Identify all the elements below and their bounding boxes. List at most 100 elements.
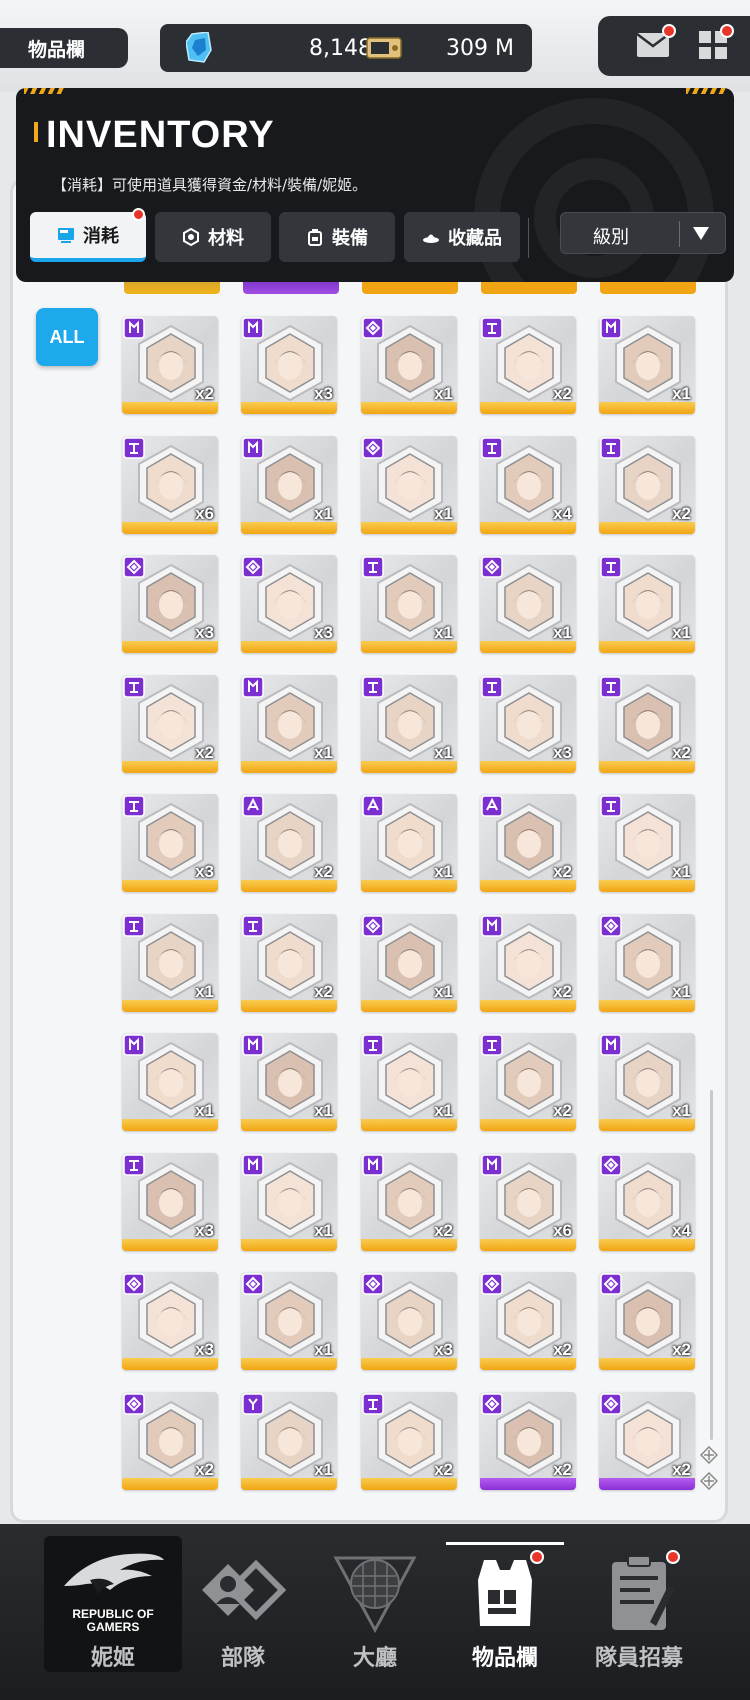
inventory-item[interactable]: x3 [241,316,337,414]
inventory-item[interactable]: x2 [599,1272,695,1370]
tab-equipment[interactable]: 裝備 [279,212,395,262]
class-badge-icon [123,317,145,339]
item-quantity: x1 [672,981,691,1001]
inventory-item[interactable]: x1 [241,1033,337,1131]
inventory-item[interactable]: x3 [122,555,218,653]
inventory-item[interactable]: x1 [599,316,695,414]
gem-count: 8,148 [309,36,372,61]
class-badge-icon [481,1273,503,1295]
inventory-item[interactable]: x3 [122,1152,218,1251]
inventory-item[interactable]: x1 [241,1272,337,1370]
inventory-item[interactable]: x4 [599,1152,695,1251]
inventory-item[interactable]: x1 [241,674,337,773]
class-badge-icon [600,914,622,937]
inventory-item[interactable]: x2 [480,316,576,414]
inventory-item[interactable]: x4 [480,435,576,534]
inventory-item[interactable]: x1 [361,555,457,653]
nav-inventory[interactable]: 物品欄 [430,1524,580,1700]
scroll-down-icon[interactable] [700,1472,718,1490]
tab-collectible[interactable]: 收藏品 [404,212,520,262]
nav-recruit[interactable]: 隊員招募 [564,1524,714,1700]
inventory-item[interactable]: x6 [122,435,218,534]
nav-nikke[interactable]: 妮姬 [38,1524,188,1700]
inventory-item[interactable]: x2 [480,913,576,1012]
partial-item [243,280,339,294]
class-badge-icon [242,1273,264,1295]
inventory-item[interactable]: x2 [480,1033,576,1131]
inventory-item[interactable]: x3 [361,1272,457,1370]
item-quantity: x2 [672,1459,691,1479]
item-quantity: x6 [553,1220,572,1240]
item-quantity: x2 [195,742,214,762]
item-quantity: x1 [434,862,453,881]
active-indicator [446,1542,564,1545]
inventory-item[interactable]: x2 [480,794,576,892]
inventory-item[interactable]: x2 [599,435,695,534]
inventory-item[interactable]: x2 [361,1391,457,1490]
inventory-item[interactable]: x3 [241,555,337,653]
nav-squad[interactable]: 部隊 [168,1524,318,1700]
scrollbar[interactable] [710,1090,713,1440]
sort-dropdown[interactable]: 級別 [560,212,726,254]
inventory-item[interactable]: x2 [480,1272,576,1370]
item-quantity: x2 [553,384,572,403]
item-quantity: x2 [434,1459,453,1479]
item-quantity: x1 [314,1101,333,1120]
class-badge-icon [123,436,145,459]
item-quantity: x1 [314,503,333,523]
inventory-item[interactable]: x1 [599,555,695,653]
consumable-icon [58,228,74,243]
class-badge-icon [242,436,264,459]
inventory-item[interactable]: x3 [122,1272,218,1370]
header-stripe-decoration [24,88,64,94]
inventory-item[interactable]: x1 [241,1152,337,1251]
inventory-item[interactable]: x1 [122,1033,218,1131]
inventory-item[interactable]: x1 [599,913,695,1012]
inventory-item[interactable]: x1 [361,435,457,534]
inventory-item[interactable]: x2 [241,794,337,892]
nav-lobby[interactable]: 大廳 [300,1524,450,1700]
inventory-item[interactable]: x1 [361,316,457,414]
inventory-item[interactable]: x1 [122,913,218,1012]
tab-consumable[interactable]: 消耗 [30,208,146,262]
item-quantity: x3 [314,623,333,642]
class-badge-icon [481,1392,503,1415]
inventory-item[interactable]: x1 [599,1033,695,1131]
inventory-header: INVENTORY 【消耗】可使用道具獲得資金/材料/裝備/妮姬。 消耗 材料 … [16,88,734,282]
inventory-item[interactable]: x2 [599,1391,695,1490]
item-quantity: x1 [314,1220,333,1240]
inventory-item[interactable]: x2 [122,316,218,414]
inventory-item[interactable]: x2 [361,1152,457,1251]
filter-all-button[interactable]: ALL [36,308,98,366]
item-quantity: x2 [553,1340,572,1359]
inventory-item[interactable]: x1 [599,794,695,892]
class-badge-icon [600,675,622,698]
inventory-item[interactable]: x1 [361,674,457,773]
inventory-item[interactable]: x1 [361,913,457,1012]
bottom-navigation: REPUBLIC OF GAMERS 妮姬 部隊 大廳 物品欄 隊員招募 [0,1524,750,1700]
class-badge-icon [481,556,503,578]
inventory-item[interactable]: x2 [122,674,218,773]
page-title: 物品欄 [0,28,128,68]
inventory-item[interactable]: x1 [361,1033,457,1131]
inventory-item[interactable]: x6 [480,1152,576,1251]
class-badge-icon [123,795,145,817]
inventory-item[interactable]: x1 [241,1391,337,1490]
item-quantity: x2 [434,1220,453,1240]
scroll-up-icon[interactable] [700,1446,718,1464]
inventory-title: INVENTORY [46,114,275,156]
inventory-item[interactable]: x2 [122,1391,218,1490]
inventory-item[interactable]: x3 [480,674,576,773]
class-badge-icon [600,436,622,459]
inventory-item[interactable]: x2 [480,1391,576,1490]
item-quantity: x2 [553,981,572,1001]
inventory-item[interactable]: x2 [599,674,695,773]
tab-material[interactable]: 材料 [155,212,271,262]
gem-icon [186,32,212,63]
inventory-item[interactable]: x1 [361,794,457,892]
inventory-item[interactable]: x1 [241,435,337,534]
item-quantity: x1 [672,862,691,881]
inventory-item[interactable]: x2 [241,913,337,1012]
inventory-item[interactable]: x1 [480,555,576,653]
inventory-item[interactable]: x3 [122,794,218,892]
